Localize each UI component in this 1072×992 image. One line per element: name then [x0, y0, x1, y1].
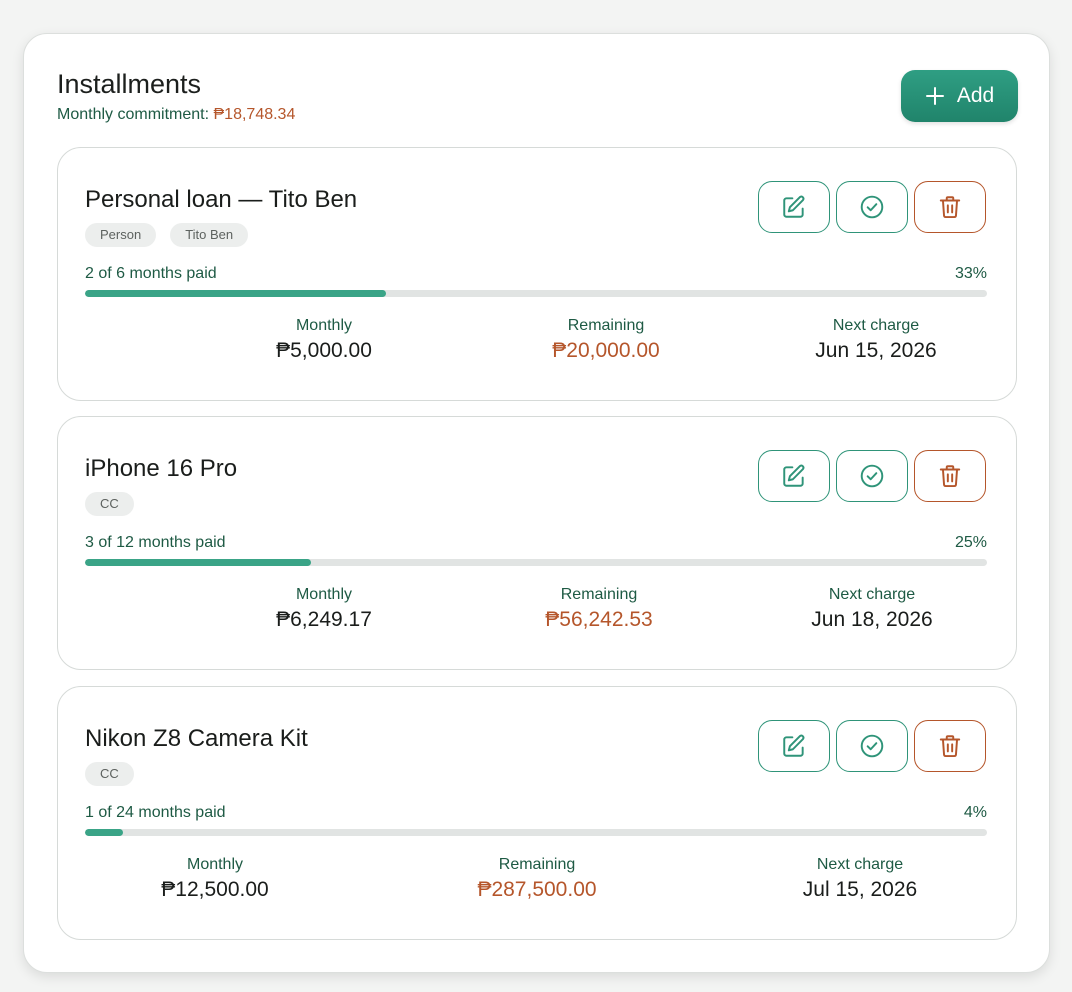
edit-button[interactable] — [758, 181, 830, 233]
monthly-label: Monthly — [186, 856, 244, 873]
add-button-label: Add — [956, 84, 995, 107]
monthly-label: Monthly — [295, 586, 353, 603]
check-circle-icon — [860, 734, 884, 758]
installments-panel: Installments Monthly commitment: ₱18,748… — [23, 33, 1050, 973]
monthly-stat: Monthly ₱12,500.00 — [161, 855, 268, 903]
next-charge-label: Next charge — [828, 586, 916, 603]
trash-icon — [939, 735, 961, 758]
mark-paid-button[interactable] — [836, 181, 908, 233]
progress-label: 3 of 12 months paid — [85, 534, 226, 551]
tag-badge: Tito Ben — [170, 223, 249, 247]
monthly-label: Monthly — [295, 317, 353, 334]
monthly-value: ₱5,000.00 — [276, 339, 372, 362]
tag-badge: CC — [85, 492, 134, 516]
mark-paid-button[interactable] — [836, 450, 908, 502]
edit-icon — [783, 734, 805, 757]
progress-bar — [85, 829, 987, 836]
progress-percent: 4% — [963, 804, 987, 821]
next-charge-stat: Next charge Jun 15, 2026 — [815, 316, 936, 364]
remaining-value: ₱287,500.00 — [477, 878, 597, 901]
check-circle-icon — [860, 464, 884, 488]
progress-fill — [85, 829, 123, 836]
installment-card: Personal loan — Tito Ben Person Tito Ben — [57, 147, 1017, 401]
monthly-commitment-label: Monthly commitment: — [57, 106, 210, 123]
trash-icon — [939, 196, 961, 219]
edit-icon — [783, 195, 805, 218]
next-charge-value: Jun 15, 2026 — [815, 339, 937, 362]
next-charge-label: Next charge — [832, 317, 920, 334]
installment-actions — [758, 450, 986, 502]
progress-label: 1 of 24 months paid — [85, 804, 226, 821]
progress-bar — [85, 290, 987, 297]
next-charge-label: Next charge — [816, 856, 904, 873]
add-installment-button[interactable]: Add — [901, 70, 1018, 122]
trash-icon — [939, 465, 961, 488]
next-charge-stat: Next charge Jul 15, 2026 — [803, 855, 917, 903]
check-circle-icon — [860, 195, 884, 219]
installment-tags: Person Tito Ben — [85, 223, 249, 247]
installment-card: Nikon Z8 Camera Kit CC 1 of 24 months pa… — [57, 686, 1017, 940]
delete-button[interactable] — [914, 720, 986, 772]
monthly-commitment: Monthly commitment: ₱18,748.34 — [57, 106, 295, 124]
remaining-stat: Remaining ₱20,000.00 — [552, 316, 659, 364]
progress-bar — [85, 559, 987, 566]
installment-tags: CC — [85, 762, 134, 786]
remaining-label: Remaining — [567, 317, 645, 334]
monthly-value: ₱12,500.00 — [161, 878, 269, 901]
installment-title: Personal loan — Tito Ben — [85, 186, 358, 213]
installment-title: Nikon Z8 Camera Kit — [85, 725, 308, 752]
monthly-stat: Monthly ₱5,000.00 — [276, 316, 372, 364]
installment-title: iPhone 16 Pro — [85, 455, 238, 482]
monthly-value: ₱6,249.17 — [276, 608, 372, 631]
tag-badge: CC — [85, 762, 134, 786]
edit-button[interactable] — [758, 450, 830, 502]
edit-icon — [783, 464, 805, 487]
progress-percent: 25% — [954, 534, 987, 551]
installment-card: iPhone 16 Pro CC 3 of 12 months paid 25%… — [57, 416, 1017, 670]
delete-button[interactable] — [914, 181, 986, 233]
remaining-label: Remaining — [498, 856, 576, 873]
mark-paid-button[interactable] — [836, 720, 908, 772]
progress-label: 2 of 6 months paid — [85, 265, 217, 282]
installment-tags: CC — [85, 492, 134, 516]
tag-badge: Person — [85, 223, 157, 247]
remaining-stat: Remaining ₱56,242.53 — [545, 585, 652, 633]
delete-button[interactable] — [914, 450, 986, 502]
installment-actions — [758, 181, 986, 233]
remaining-label: Remaining — [560, 586, 638, 603]
progress-fill — [85, 290, 386, 297]
remaining-stat: Remaining ₱287,500.00 — [477, 855, 596, 903]
next-charge-value: Jun 18, 2026 — [811, 608, 933, 631]
plus-icon — [925, 87, 944, 105]
installment-actions — [758, 720, 986, 772]
monthly-commitment-amount: ₱18,748.34 — [213, 106, 296, 123]
progress-fill — [85, 559, 311, 566]
remaining-value: ₱20,000.00 — [552, 339, 660, 362]
remaining-value: ₱56,242.53 — [545, 608, 653, 631]
progress-percent: 33% — [954, 265, 987, 282]
edit-button[interactable] — [758, 720, 830, 772]
monthly-stat: Monthly ₱6,249.17 — [276, 585, 372, 633]
page-title: Installments — [57, 69, 202, 99]
next-charge-stat: Next charge Jun 18, 2026 — [811, 585, 932, 633]
next-charge-value: Jul 15, 2026 — [802, 878, 918, 901]
